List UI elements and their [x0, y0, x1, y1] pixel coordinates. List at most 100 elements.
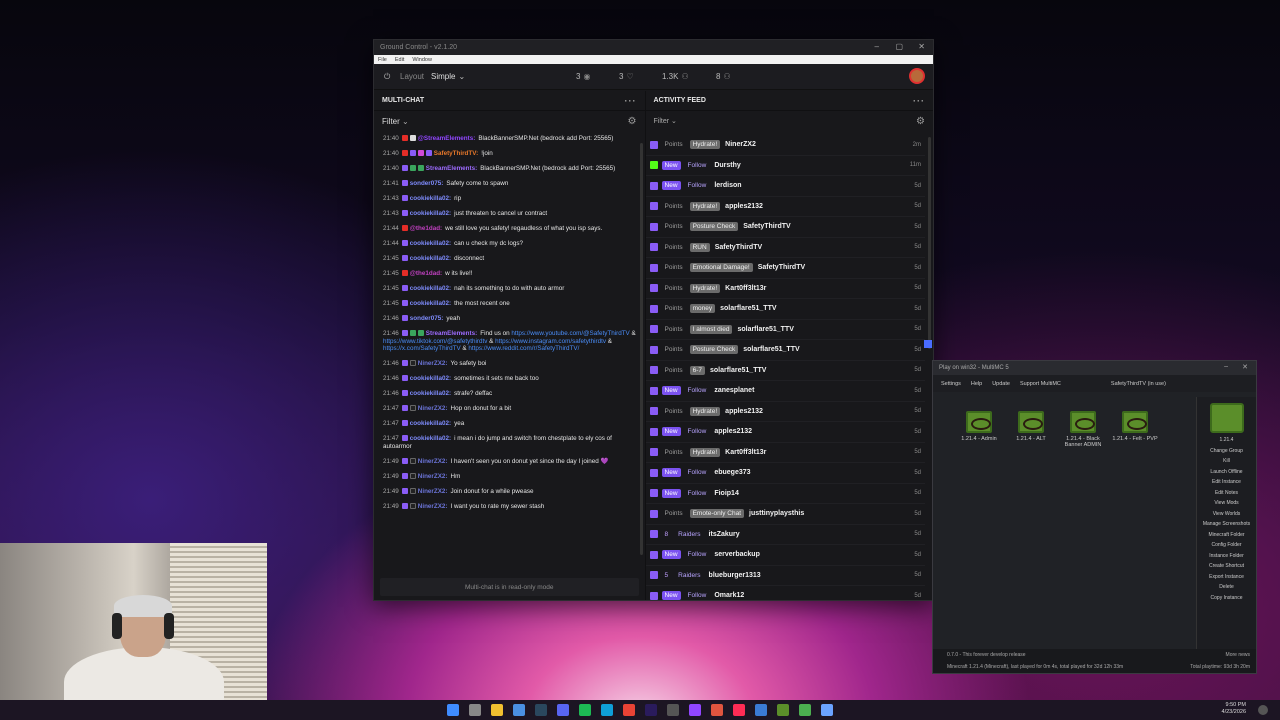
close-button[interactable]: ✕	[1242, 363, 1248, 371]
activity-row[interactable]: New Follow Dursthy 11m	[645, 156, 925, 176]
settings-button[interactable]: Settings	[941, 381, 961, 387]
instance-action[interactable]: Minecraft Folder	[1197, 530, 1256, 541]
tiktok-icon[interactable]	[733, 704, 745, 716]
chat-username[interactable]: NinerZX2:	[418, 405, 448, 412]
chat-link[interactable]: https://www.instagram.com/safetythirdtv	[495, 338, 606, 345]
instance-tile[interactable]: 1.21.4 - Felt - PVP	[1111, 411, 1159, 442]
app2-icon[interactable]	[711, 704, 723, 716]
chat-link[interactable]: https://x.com/SafetyThirdTV	[383, 345, 461, 352]
chat-username[interactable]: sonder075:	[410, 180, 444, 187]
activity-row[interactable]: 5 Raiders blueburger1313 5d	[645, 566, 925, 586]
chat-username[interactable]: @StreamElements:	[418, 135, 476, 142]
chat-username[interactable]: cookiekilla02:	[410, 255, 451, 262]
account-button[interactable]: SafetyThirdTV (in use)	[1111, 381, 1166, 387]
menu-file[interactable]: File	[378, 57, 387, 63]
chat-username[interactable]: cookiekilla02:	[410, 435, 451, 442]
chat-message-list[interactable]: 21:40 @StreamElements: BlackBannerSMP.Net …	[374, 135, 639, 563]
more-options-icon[interactable]: ···	[913, 96, 925, 106]
chat-scrollbar[interactable]	[639, 143, 643, 555]
instance-action[interactable]: Config Folder	[1197, 540, 1256, 551]
activity-row[interactable]: New Follow Omark12 5d	[646, 586, 925, 600]
chat-link[interactable]: https://www.youtube.com/@SafetyThirdTV	[511, 330, 629, 337]
instance-action[interactable]: Manage Screenshots	[1197, 519, 1256, 530]
instance-action[interactable]: Instance Folder	[1197, 551, 1256, 562]
instance-tile[interactable]: 1.21.4 - Admin	[955, 411, 1003, 442]
activity-filter-button[interactable]: Filter ⌄	[654, 117, 677, 125]
chat-username[interactable]: cookiekilla02:	[410, 420, 451, 427]
chat-username[interactable]: @the1dad:	[410, 270, 442, 277]
instance-action[interactable]: Kill	[1197, 456, 1256, 467]
chat-username[interactable]: StreamElements:	[426, 330, 477, 337]
chat-username[interactable]: SafetyThirdTV:	[434, 150, 478, 157]
spotify-icon[interactable]	[579, 704, 591, 716]
update-button[interactable]: Update	[992, 381, 1010, 387]
more-options-icon[interactable]: ···	[625, 96, 637, 106]
activity-row[interactable]: Points Hydrate! apples2132 5d	[645, 402, 925, 422]
files-icon[interactable]	[491, 704, 503, 716]
obs-icon[interactable]	[667, 704, 679, 716]
chat-username[interactable]: NinerZX2:	[418, 360, 448, 367]
activity-row[interactable]: Points 6-7 solarflare51_TTV 5d	[645, 361, 925, 381]
activity-row[interactable]: Points Posture Check SafetyThirdTV 5d	[645, 217, 925, 238]
chat-filter-button[interactable]: Filter ⌄	[382, 117, 409, 126]
activity-row[interactable]: Points I almost died solarflare51_TTV 5d	[645, 320, 925, 340]
minimize-button[interactable]: –	[875, 42, 879, 51]
chat-username[interactable]: NinerZX2:	[418, 488, 448, 495]
chat-link[interactable]: https://www.reddit.com/r/SafetyThirdTV/	[468, 345, 579, 352]
gear-icon[interactable]: ⚙	[916, 116, 925, 127]
chat-username[interactable]: sonder075:	[410, 315, 444, 322]
layout-selector[interactable]: Layout Simple ⌄	[400, 72, 465, 81]
activity-row[interactable]: Points Posture Check solarflare51_TTV 5d	[645, 340, 925, 361]
discord-icon[interactable]	[557, 704, 569, 716]
avatar[interactable]	[909, 68, 925, 84]
chat-username[interactable]: cookiekilla02:	[410, 390, 451, 397]
activity-row[interactable]: New Follow zanesplanet 5d	[645, 381, 925, 402]
activity-row[interactable]: Points Emotional Damage! SafetyThirdTV 5d	[645, 258, 925, 279]
launcher-icon[interactable]	[799, 704, 811, 716]
activity-row[interactable]: New Follow apples2132 5d	[645, 422, 925, 443]
instance-action[interactable]: Create Shortcut	[1197, 561, 1256, 572]
activity-row[interactable]: Points Hydrate! NinerZX2 2m	[645, 135, 925, 156]
activity-row[interactable]: New Follow ebuege373 5d	[645, 463, 925, 484]
instance-action[interactable]: 1.21.4	[1197, 435, 1256, 446]
activity-row[interactable]: Points money solarflare51_TTV 5d	[645, 299, 925, 320]
instance-action[interactable]: Launch Offline	[1197, 467, 1256, 478]
activity-row[interactable]: New Follow lerdison 5d	[645, 176, 925, 197]
windows-icon[interactable]	[447, 704, 459, 716]
instance-action[interactable]: Change Group	[1197, 446, 1256, 457]
menu-edit[interactable]: Edit	[395, 57, 404, 63]
chat-username[interactable]: cookiekilla02:	[410, 195, 451, 202]
chat-username[interactable]: @the1dad:	[410, 225, 442, 232]
activity-row[interactable]: Points Hydrate! Kart0ff3lt13r 5d	[645, 443, 925, 463]
chrome-icon[interactable]	[623, 704, 635, 716]
steam-icon[interactable]	[535, 704, 547, 716]
instance-action[interactable]: Copy Instance	[1197, 593, 1256, 604]
activity-scrollbar[interactable]	[928, 137, 931, 349]
close-button[interactable]: ✕	[918, 42, 925, 51]
chat-username[interactable]: cookiekilla02:	[410, 210, 451, 217]
store-icon[interactable]	[755, 704, 767, 716]
instance-action[interactable]: Delete	[1197, 582, 1256, 593]
notification-icon[interactable]	[1258, 705, 1268, 715]
edge-icon[interactable]	[601, 704, 613, 716]
chat-username[interactable]: NinerZX2:	[418, 458, 448, 465]
chat-username[interactable]: cookiekilla02:	[410, 375, 451, 382]
gear-icon[interactable]: ⚙	[628, 116, 637, 127]
activity-list[interactable]: Points Hydrate! NinerZX2 2m New Follow Dursthy…	[645, 135, 925, 600]
activity-row[interactable]: Points Emote-only Chat justtinyplaysthis 5d	[645, 504, 925, 525]
news-text[interactable]: 0.7.0 - This forever develop release	[947, 652, 1026, 658]
instance-tile[interactable]: 1.21.4 - ALT	[1007, 411, 1055, 442]
chat-link[interactable]: https://www.tiktok.com/@safetythirdtv	[383, 338, 487, 345]
activity-row[interactable]: Points Hydrate! apples2132 5d	[645, 197, 925, 217]
chat-username[interactable]: cookiekilla02:	[410, 285, 451, 292]
activity-row[interactable]: 8 Raiders itsZakury 5d	[645, 525, 925, 545]
support-button[interactable]: Support MultiMC	[1020, 381, 1061, 387]
window-titlebar[interactable]: Ground Control - v2.1.20 – ▢ ✕	[374, 40, 933, 55]
twitch-icon[interactable]	[689, 704, 701, 716]
menu-window[interactable]: Window	[412, 57, 432, 63]
minimize-button[interactable]: –	[1224, 363, 1228, 370]
instance-action[interactable]: Export Instance	[1197, 572, 1256, 583]
premiere-icon[interactable]	[645, 704, 657, 716]
chat-username[interactable]: NinerZX2:	[418, 473, 448, 480]
chat-username[interactable]: NinerZX2:	[418, 503, 448, 510]
